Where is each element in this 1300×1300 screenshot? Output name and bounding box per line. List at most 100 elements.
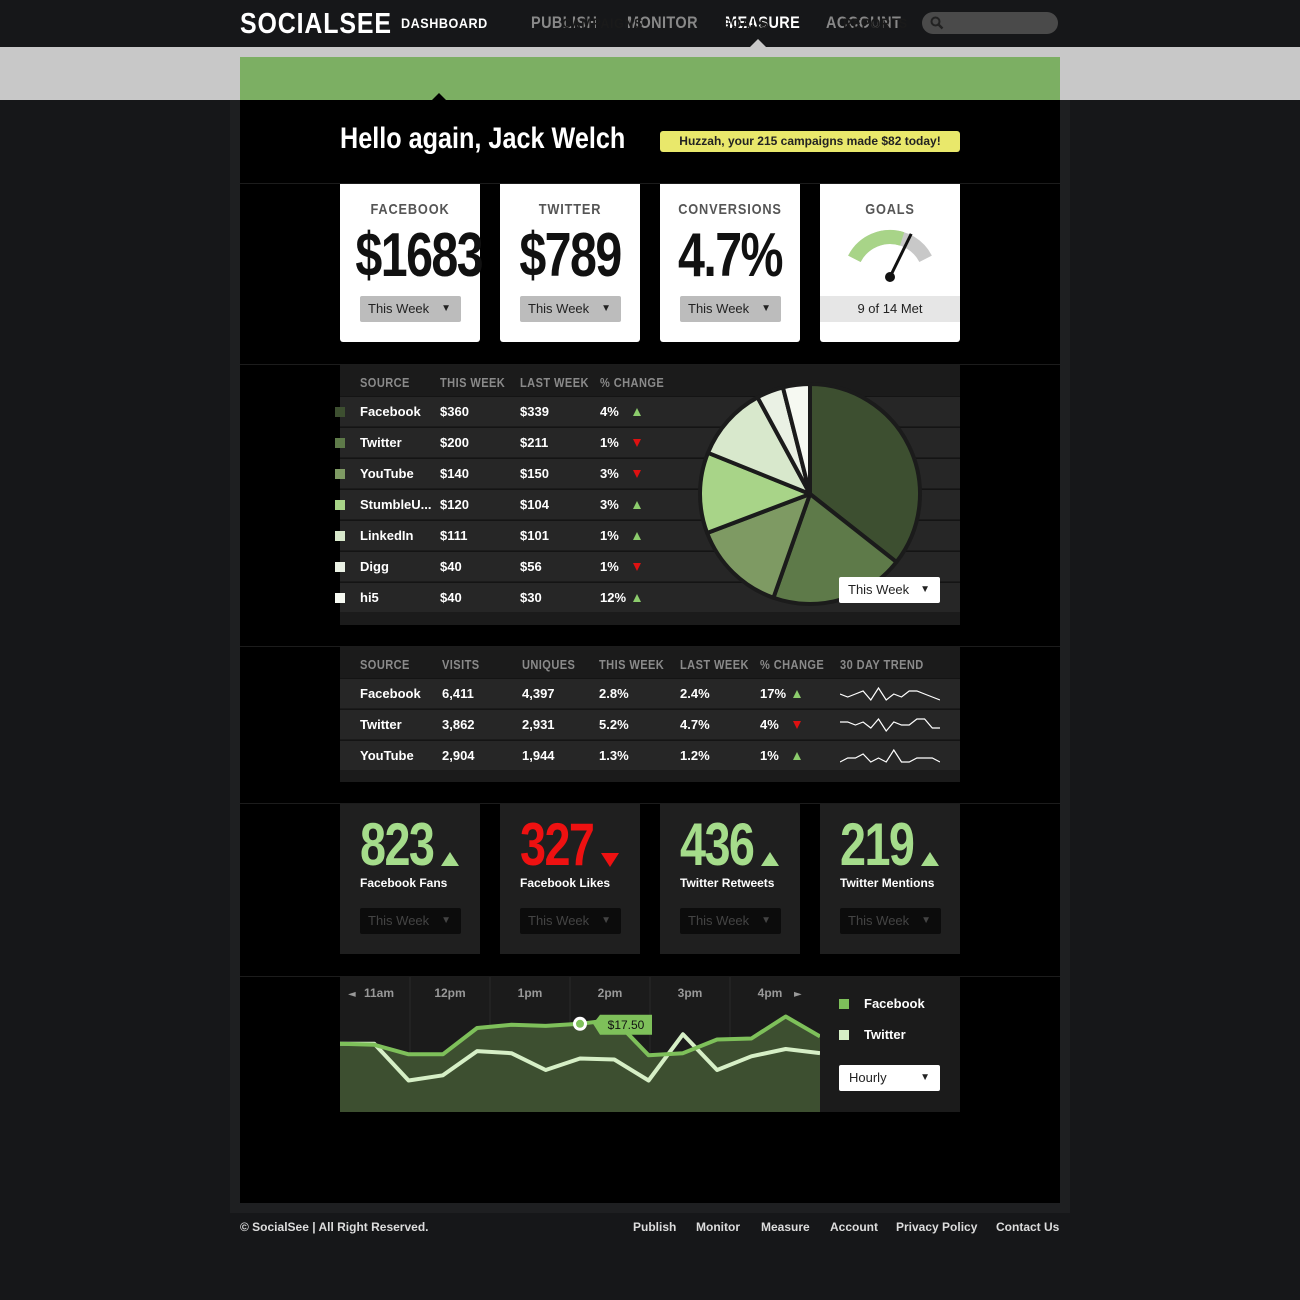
card-value: $1683 (355, 221, 483, 290)
footer-link-contact[interactable]: Contact Us (996, 1220, 1059, 1234)
app-logo[interactable]: SOCIALSEE (240, 8, 392, 41)
period-select[interactable]: This Week ▼ (360, 296, 461, 322)
footer-link-monitor[interactable]: Monitor (696, 1220, 740, 1234)
legend-swatch (335, 438, 345, 448)
arrow-down-icon (633, 563, 641, 571)
facebook-area (340, 1016, 820, 1112)
column-header: VISITS (442, 657, 480, 672)
visits-cell: 6,411 (442, 686, 474, 701)
active-nav-indicator (750, 39, 766, 47)
legend-swatch (335, 407, 345, 417)
legend-swatch (335, 593, 345, 603)
card-title: TWITTER (538, 201, 602, 218)
change-cell: 3% (600, 497, 619, 512)
conversions-card: CONVERSIONS 4.7% This Week ▼ (660, 184, 800, 342)
sparkline-path (840, 748, 940, 763)
last-week-cell: $30 (520, 590, 542, 605)
x-tick-label: 1pm (518, 986, 543, 1000)
period-select[interactable]: This Week ▼ (840, 908, 941, 934)
period-select[interactable]: This Week ▼ (520, 908, 621, 934)
pie-period-select[interactable]: This Week ▼ (839, 577, 940, 603)
highlight-label: $17.50 (608, 1018, 645, 1032)
arrow-down-icon (601, 853, 619, 867)
arrow-up-icon (761, 852, 779, 866)
this-week-cell: $120 (440, 497, 469, 512)
arrow-up-icon (793, 752, 801, 760)
table-row[interactable]: Facebook 6,411 4,397 2.8% 2.4% 17% (340, 678, 960, 708)
footer-link-privacy[interactable]: Privacy Policy (896, 1220, 977, 1234)
source-cell: StumbleU... (360, 497, 432, 512)
footer-link-account[interactable]: Account (830, 1220, 878, 1234)
card-title: FACEBOOK (370, 201, 450, 218)
arrow-down-icon (633, 439, 641, 447)
select-label: This Week (368, 913, 430, 928)
highlight-point (576, 1019, 584, 1028)
source-cell: Facebook (360, 404, 421, 419)
arrow-up-icon (633, 532, 641, 540)
column-header: LAST WEEK (520, 375, 589, 390)
legend-swatch (335, 531, 345, 541)
period-select[interactable]: This Week ▼ (520, 296, 621, 322)
select-label: This Week (688, 301, 750, 316)
tab-dashboard[interactable]: DASHBOARD (401, 15, 488, 31)
sparkline-path (840, 717, 940, 733)
this-week-cell: $40 (440, 590, 462, 605)
tab-goals[interactable]: GOALS (721, 15, 769, 31)
change-cell: 17% (760, 686, 787, 701)
last-week-cell: 4.7% (680, 717, 710, 732)
x-tick-label: 12pm (434, 986, 465, 1000)
legend-swatch (839, 1030, 849, 1040)
legend-label[interactable]: Facebook (864, 996, 925, 1011)
legend-label[interactable]: Twitter (864, 1027, 906, 1042)
table-row[interactable]: YouTube 2,904 1,944 1.3% 1.2% 1% (340, 740, 960, 770)
source-cell: hi5 (360, 590, 379, 605)
visits-cell: 2,904 (442, 748, 475, 763)
period-select[interactable]: This Week ▼ (680, 908, 781, 934)
column-header: LAST WEEK (680, 657, 749, 672)
column-header: SOURCE (360, 375, 410, 390)
legend-swatch (839, 999, 849, 1009)
change-cell: 4% (760, 717, 779, 732)
column-header: THIS WEEK (599, 657, 665, 672)
table-row[interactable]: Twitter 3,862 2,931 5.2% 4.7% 4% (340, 709, 960, 739)
change-cell: 12% (600, 590, 627, 605)
arrow-up-icon (441, 852, 459, 866)
tab-reports[interactable]: REPORTS (843, 15, 908, 31)
last-week-cell: $101 (520, 528, 549, 543)
period-select[interactable]: This Week ▼ (680, 296, 781, 322)
trend-sparkline (840, 748, 940, 763)
this-week-cell: $140 (440, 466, 469, 481)
gauge-icon (848, 230, 932, 282)
column-header: THIS WEEK (440, 375, 506, 390)
interval-select[interactable]: Hourly ▼ (839, 1065, 940, 1091)
trend-sparkline (840, 686, 940, 702)
card-title: GOALS (865, 201, 915, 218)
stat-twitter-retweets: 436 Twitter Retweets This Week ▼ (660, 804, 800, 954)
twitter-card: TWITTER $789 This Week ▼ (500, 184, 640, 342)
select-label: Hourly (849, 1070, 887, 1085)
change-cell: 1% (600, 559, 619, 574)
chevron-down-icon: ▼ (921, 915, 931, 926)
select-label: This Week (368, 301, 430, 316)
source-cell: Twitter (360, 435, 402, 450)
last-week-cell: $211 (520, 435, 549, 450)
footer-link-publish[interactable]: Publish (633, 1220, 676, 1234)
select-label: This Week (848, 582, 910, 597)
arrow-up-icon (633, 594, 641, 602)
last-week-cell: 2.4% (680, 686, 710, 701)
source-cell: Twitter (360, 717, 402, 732)
chevron-down-icon: ▼ (601, 915, 611, 926)
prev-arrow-icon[interactable]: ◄ (348, 989, 356, 1000)
chevron-down-icon: ▼ (441, 303, 451, 314)
last-week-cell: $104 (520, 497, 549, 512)
stat-value: 436 (680, 811, 755, 878)
stat-value: 823 (360, 811, 435, 878)
period-select[interactable]: This Week ▼ (360, 908, 461, 934)
this-week-cell: 5.2% (599, 717, 629, 732)
status-banner: Huzzah, your 215 campaigns made $82 toda… (660, 131, 960, 152)
visits-cell: 3,862 (442, 717, 475, 732)
next-arrow-icon[interactable]: ► (794, 989, 802, 1000)
tab-campaigns[interactable]: CAMPAIGNS (562, 15, 643, 31)
footer-link-measure[interactable]: Measure (761, 1220, 810, 1234)
revenue-pie-chart (698, 382, 922, 606)
